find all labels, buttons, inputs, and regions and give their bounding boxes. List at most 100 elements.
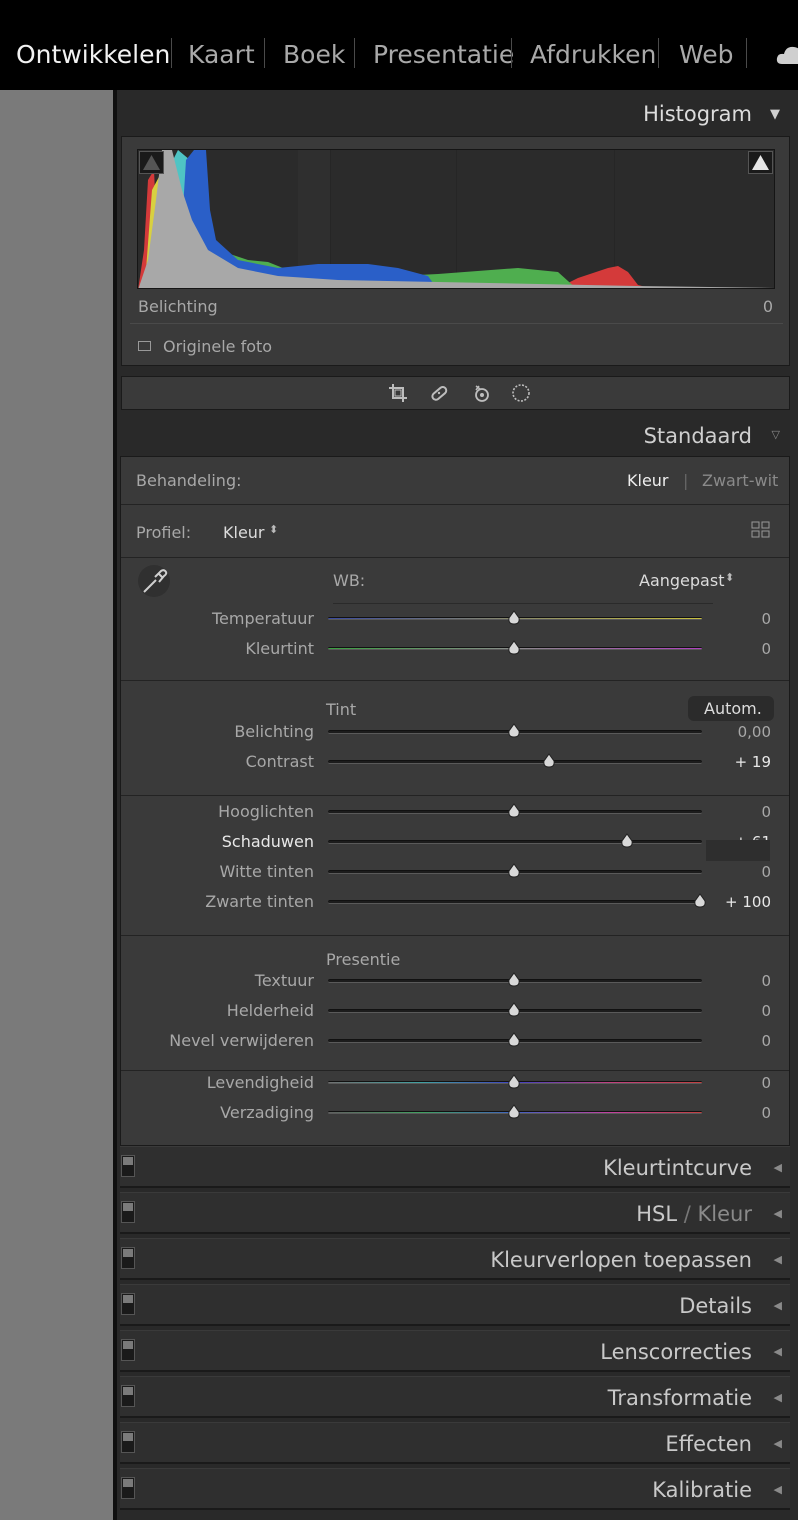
histogram-title[interactable]: Histogram <box>643 102 752 126</box>
section-lens-corrections[interactable]: Lenscorrecties ◀ <box>120 1330 790 1372</box>
module-map[interactable]: Kaart <box>188 38 255 72</box>
slider-thumb[interactable] <box>693 893 707 909</box>
crop-icon[interactable] <box>388 383 408 403</box>
section-hsl[interactable]: HSL / Kleur ◀ <box>120 1192 790 1234</box>
module-book[interactable]: Boek <box>283 38 345 72</box>
module-web[interactable]: Web <box>679 38 734 72</box>
slider-thumb[interactable] <box>507 1002 521 1018</box>
module-print[interactable]: Afdrukken <box>530 38 656 72</box>
slider-value[interactable]: 0 <box>761 803 771 821</box>
treatment-separator: | <box>683 471 689 490</box>
slider-track[interactable] <box>328 900 702 904</box>
slider-value[interactable]: + 100 <box>725 893 771 911</box>
slider-label: Kleurtint <box>245 639 314 658</box>
section-toggle[interactable] <box>121 1201 135 1223</box>
expand-left-icon: ◀ <box>773 1483 782 1496</box>
slider-value[interactable]: 0 <box>761 972 771 990</box>
tone-label: Tint <box>326 700 357 719</box>
section-toggle[interactable] <box>121 1339 135 1361</box>
grid-icon[interactable] <box>751 521 771 539</box>
slider-thumb[interactable] <box>507 1032 521 1048</box>
module-separator <box>264 38 265 68</box>
slider-thumb[interactable] <box>620 833 634 849</box>
slider-label: Belichting <box>234 722 314 741</box>
section-color-grading[interactable]: Kleurverlopen toepassen ◀ <box>120 1238 790 1280</box>
slider-label: Textuur <box>254 971 314 990</box>
module-slideshow[interactable]: Presentatie <box>373 38 514 72</box>
expand-left-icon: ◀ <box>773 1253 782 1266</box>
redeye-icon[interactable] <box>472 383 492 403</box>
slider-value[interactable]: 0 <box>761 1104 771 1122</box>
slider-value[interactable]: 0 <box>761 610 771 628</box>
slider-thumb[interactable] <box>507 723 521 739</box>
auto-button[interactable]: Autom. <box>688 696 774 721</box>
module-develop[interactable]: Ontwikkelen <box>16 38 170 72</box>
section-toggle[interactable] <box>121 1293 135 1315</box>
histogram-panel: Belichting 0 Originele foto <box>121 136 790 366</box>
section-effects[interactable]: Effecten ◀ <box>120 1422 790 1464</box>
tool-strip <box>121 376 790 410</box>
module-separator <box>171 38 172 68</box>
section-transform[interactable]: Transformatie ◀ <box>120 1376 790 1418</box>
wb-select[interactable]: Aangepast <box>639 571 724 590</box>
treatment-bw-option[interactable]: Zwart-wit <box>702 471 778 490</box>
divider <box>333 603 713 604</box>
expand-left-icon: ◀ <box>773 1391 782 1404</box>
section-title: Lenscorrecties <box>600 1340 752 1364</box>
slider-thumb[interactable] <box>507 1074 521 1090</box>
slider-value[interactable]: 0 <box>761 1002 771 1020</box>
slider-value[interactable]: 0 <box>761 1032 771 1050</box>
section-toggle[interactable] <box>121 1247 135 1269</box>
original-photo-checkbox[interactable] <box>138 341 151 351</box>
cloud-icon[interactable] <box>776 44 798 66</box>
basic-panel-title[interactable]: Standaard <box>644 424 752 448</box>
section-tone-curve[interactable]: Kleurtintcurve ◀ <box>120 1146 790 1188</box>
expand-left-icon: ◀ <box>773 1161 782 1174</box>
module-separator <box>511 38 512 68</box>
slider-thumb[interactable] <box>507 640 521 656</box>
healing-icon[interactable] <box>429 383 449 403</box>
slider-value[interactable]: + 19 <box>735 753 771 771</box>
section-toggle[interactable] <box>121 1477 135 1499</box>
color-tab[interactable]: Kleur <box>698 1202 752 1226</box>
presence-label: Presentie <box>326 950 401 969</box>
slider-value[interactable]: 0 <box>761 640 771 658</box>
slider-thumb[interactable] <box>507 1104 521 1120</box>
shadow-clipping-button[interactable] <box>139 151 164 174</box>
section-calibration[interactable]: Kalibratie ◀ <box>120 1468 790 1510</box>
section-details[interactable]: Details ◀ <box>120 1284 790 1326</box>
slider-thumb[interactable] <box>542 753 556 769</box>
section-toggle[interactable] <box>121 1385 135 1407</box>
histogram-graph[interactable] <box>137 149 775 289</box>
histogram-readout-label: Belichting <box>138 297 218 316</box>
highlight-clipping-button[interactable] <box>748 151 773 174</box>
chevron-updown-icon[interactable]: ⬍ <box>725 571 734 584</box>
eyedropper-icon[interactable] <box>137 564 171 598</box>
section-toggle[interactable] <box>121 1431 135 1453</box>
profile-select[interactable]: Kleur <box>223 523 265 542</box>
profile-label: Profiel: <box>136 523 192 542</box>
slider-thumb[interactable] <box>507 803 521 819</box>
section-toggle[interactable] <box>121 1155 135 1177</box>
slider-track[interactable] <box>328 760 702 764</box>
slider-thumb[interactable] <box>507 610 521 626</box>
hsl-tab[interactable]: HSL <box>636 1202 677 1226</box>
section-title: Details <box>679 1294 752 1318</box>
right-panel: Histogram ▼ Belichting 0 Originele foto … <box>117 90 798 1520</box>
divider <box>121 557 789 558</box>
collapse-down-icon[interactable]: ▽ <box>772 428 780 441</box>
chevron-updown-icon[interactable]: ⬍ <box>269 523 278 536</box>
collapse-down-icon[interactable]: ▼ <box>770 107 780 122</box>
slider-label: Witte tinten <box>219 862 314 881</box>
slider-thumb[interactable] <box>507 863 521 879</box>
slider-label: Helderheid <box>226 1001 314 1020</box>
slider-track[interactable] <box>328 840 702 844</box>
divider <box>121 1070 789 1071</box>
slider-thumb[interactable] <box>507 972 521 988</box>
basic-panel: Behandeling: Kleur | Zwart-wit Profiel: … <box>120 456 790 1146</box>
treatment-color-option[interactable]: Kleur <box>627 471 669 490</box>
slider-value[interactable]: 0 <box>761 1074 771 1092</box>
slider-value[interactable]: 0 <box>761 863 771 881</box>
masking-icon[interactable] <box>511 383 531 403</box>
slider-value[interactable]: 0,00 <box>738 723 771 741</box>
